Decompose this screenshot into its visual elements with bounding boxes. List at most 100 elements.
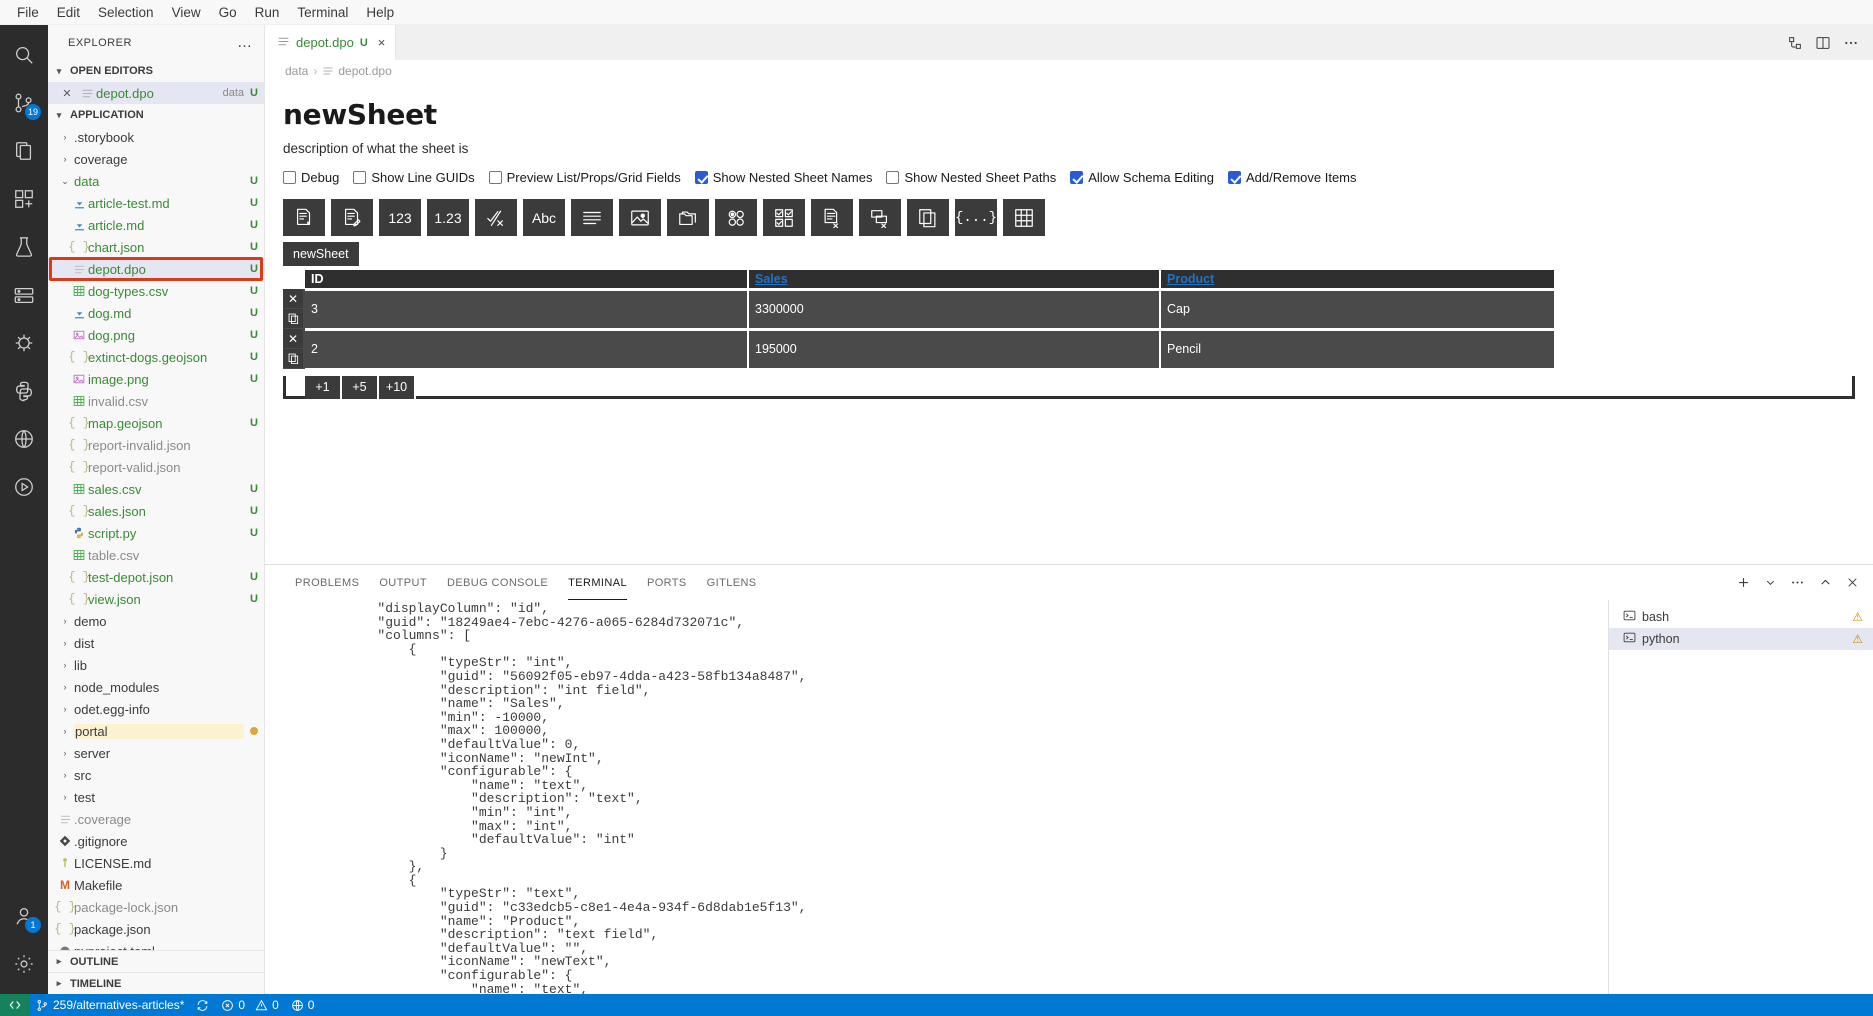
tree-item-report-valid-json[interactable]: { }report-valid.json bbox=[48, 456, 264, 478]
float-field-icon[interactable]: 1.23 bbox=[427, 199, 469, 236]
menu-help[interactable]: Help bbox=[357, 2, 403, 23]
tree-item-test-depot-json[interactable]: { }test-depot.jsonU bbox=[48, 566, 264, 588]
more-actions-icon[interactable] bbox=[1843, 35, 1859, 51]
tree-item--gitignore[interactable]: .gitignore bbox=[48, 830, 264, 852]
tab-ports[interactable]: PORTS bbox=[637, 565, 697, 600]
settings-gear-icon[interactable] bbox=[0, 940, 48, 988]
split-dropdown-icon[interactable] bbox=[1765, 577, 1776, 588]
remote-explorer-icon[interactable] bbox=[0, 271, 48, 319]
checkbox-box[interactable] bbox=[353, 171, 366, 184]
open-editors-header[interactable]: ▾ OPEN EDITORS bbox=[48, 60, 264, 82]
tab-debug-console[interactable]: DEBUG CONSOLE bbox=[437, 565, 558, 600]
tree-item-odet-egg-info[interactable]: ›odet.egg-info bbox=[48, 698, 264, 720]
menu-selection[interactable]: Selection bbox=[89, 2, 163, 23]
tree-item-portal[interactable]: ›portal bbox=[48, 720, 264, 742]
delete-row-button[interactable]: ✕ bbox=[283, 329, 303, 348]
explorer-files-icon[interactable] bbox=[0, 127, 48, 175]
tree-item-coverage[interactable]: ›coverage bbox=[48, 148, 264, 170]
close-icon[interactable]: ✕ bbox=[56, 87, 78, 100]
checkbox-debug[interactable]: Debug bbox=[283, 170, 339, 185]
checkbox-box[interactable] bbox=[283, 171, 296, 184]
outline-section-header[interactable]: ▸ OUTLINE bbox=[48, 950, 264, 972]
checkbox-box[interactable] bbox=[1070, 171, 1083, 184]
tree-item-dog-png[interactable]: dog.pngU bbox=[48, 324, 264, 346]
tree-item--storybook[interactable]: ›.storybook bbox=[48, 126, 264, 148]
tab-close-icon[interactable]: × bbox=[378, 35, 386, 50]
checkbox-box[interactable] bbox=[695, 171, 708, 184]
source-control-icon[interactable]: 19 bbox=[0, 79, 48, 127]
tree-item-invalid-csv[interactable]: invalid.csv bbox=[48, 390, 264, 412]
tree-item-report-invalid-json[interactable]: { }report-invalid.json bbox=[48, 434, 264, 456]
tree-item-dog-md[interactable]: dog.mdU bbox=[48, 302, 264, 324]
extensions-icon[interactable] bbox=[0, 175, 48, 223]
grid-cell-id[interactable]: 2 bbox=[305, 329, 748, 369]
tree-item-chart-json[interactable]: { }chart.jsonU bbox=[48, 236, 264, 258]
image-field-icon[interactable] bbox=[619, 199, 661, 236]
tree-item-pyproject-toml[interactable]: pyproject.toml bbox=[48, 940, 264, 950]
tree-item-demo[interactable]: ›demo bbox=[48, 610, 264, 632]
grid-cell-sales[interactable]: 3300000 bbox=[748, 289, 1160, 329]
checkbox-preview-list-props-grid-fields[interactable]: Preview List/Props/Grid Fields bbox=[489, 170, 681, 185]
add-1-row-button[interactable]: +1 bbox=[305, 376, 340, 399]
duplicate-row-button[interactable] bbox=[283, 309, 303, 328]
menu-run[interactable]: Run bbox=[246, 2, 289, 23]
tree-item-extinct-dogs-geojson[interactable]: { }extinct-dogs.geojsonU bbox=[48, 346, 264, 368]
checkbox-show-nested-sheet-paths[interactable]: Show Nested Sheet Paths bbox=[886, 170, 1056, 185]
breadcrumb-data[interactable]: data bbox=[285, 64, 308, 78]
checkbox-allow-schema-editing[interactable]: Allow Schema Editing bbox=[1070, 170, 1214, 185]
tab-gitlens[interactable]: GITLENS bbox=[697, 565, 767, 600]
tree-item--coverage[interactable]: .coverage bbox=[48, 808, 264, 830]
terminal-output[interactable]: "displayColumn": "id", "guid": "18249ae4… bbox=[265, 600, 1608, 994]
tab-problems[interactable]: PROBLEMS bbox=[285, 565, 369, 600]
tree-item-src[interactable]: ›src bbox=[48, 764, 264, 786]
close-panel-icon[interactable] bbox=[1846, 576, 1859, 589]
debug-alt-icon[interactable] bbox=[0, 319, 48, 367]
tree-item-dist[interactable]: ›dist bbox=[48, 632, 264, 654]
menu-go[interactable]: Go bbox=[210, 2, 246, 23]
timeline-section-header[interactable]: ▸ TIMELINE bbox=[48, 972, 264, 994]
terminal-list-item-python[interactable]: python ⚠ bbox=[1609, 628, 1873, 650]
tree-item-sales-csv[interactable]: sales.csvU bbox=[48, 478, 264, 500]
grid-cell-product[interactable]: Pencil bbox=[1160, 329, 1555, 369]
copy-sheet-icon[interactable] bbox=[907, 199, 949, 236]
more-actions-icon[interactable] bbox=[1790, 575, 1805, 590]
menu-view[interactable]: View bbox=[163, 2, 210, 23]
add-5-rows-button[interactable]: +5 bbox=[342, 376, 377, 399]
tree-item-license-md[interactable]: LICENSE.md bbox=[48, 852, 264, 874]
tree-item-article-test-md[interactable]: article-test.mdU bbox=[48, 192, 264, 214]
status-branch[interactable]: 259/alternatives-articles* bbox=[30, 994, 190, 1016]
tree-item-lib[interactable]: ›lib bbox=[48, 654, 264, 676]
open-changes-icon[interactable] bbox=[1787, 35, 1803, 51]
longtext-field-icon[interactable] bbox=[571, 199, 613, 236]
grid-column-header-sales[interactable]: Sales bbox=[748, 270, 1160, 289]
tree-item-package-lock-json[interactable]: { }package-lock.json bbox=[48, 896, 264, 918]
status-sync-icon[interactable] bbox=[190, 994, 215, 1016]
status-problems[interactable]: 0 0 bbox=[215, 994, 284, 1016]
grid-cell-id[interactable]: 3 bbox=[305, 289, 748, 329]
tree-item-data[interactable]: ⌄dataU bbox=[48, 170, 264, 192]
duplicate-row-button[interactable] bbox=[283, 349, 303, 368]
checkbox-box[interactable] bbox=[1228, 171, 1241, 184]
table-row[interactable]: ✕2195000Pencil bbox=[283, 329, 1555, 369]
maximize-panel-icon[interactable] bbox=[1819, 576, 1832, 589]
delete-row-button[interactable]: ✕ bbox=[283, 289, 303, 308]
testing-beaker-icon[interactable] bbox=[0, 223, 48, 271]
python-icon[interactable] bbox=[0, 367, 48, 415]
tree-item-node-modules[interactable]: ›node_modules bbox=[48, 676, 264, 698]
json-field-icon[interactable]: {...} bbox=[955, 199, 997, 236]
int-field-icon[interactable]: 123 bbox=[379, 199, 421, 236]
radio-field-icon[interactable] bbox=[715, 199, 757, 236]
edit-sheet-icon[interactable] bbox=[331, 199, 373, 236]
tree-item-image-png[interactable]: image.pngU bbox=[48, 368, 264, 390]
tree-item-dog-types-csv[interactable]: dog-types.csvU bbox=[48, 280, 264, 302]
checkbox-show-line-guids[interactable]: Show Line GUIDs bbox=[353, 170, 474, 185]
remote-indicator[interactable] bbox=[0, 994, 30, 1016]
table-row[interactable]: ✕33300000Cap bbox=[283, 289, 1555, 329]
search-icon[interactable] bbox=[0, 31, 48, 79]
split-editor-icon[interactable] bbox=[1815, 35, 1831, 51]
tree-item-server[interactable]: ›server bbox=[48, 742, 264, 764]
terminal-list-item-bash[interactable]: bash ⚠ bbox=[1609, 606, 1873, 628]
grid-cell-sales[interactable]: 195000 bbox=[748, 329, 1160, 369]
open-editor-item-depot-dpo[interactable]: ✕ depot.dpo data U bbox=[48, 82, 264, 104]
checkbox-field-icon[interactable] bbox=[763, 199, 805, 236]
